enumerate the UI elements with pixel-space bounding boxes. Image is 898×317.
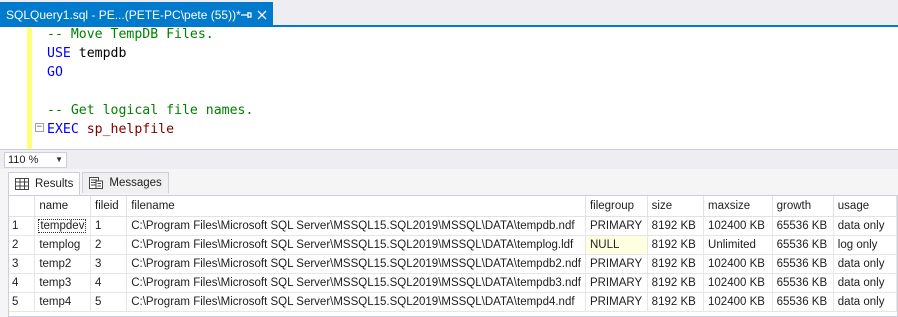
- table-row[interactable]: 1 tempdev 1 C:\Program Files\Microsoft SQL …: [9, 216, 897, 236]
- table-cell-name[interactable]: temp3: [34, 273, 92, 293]
- table-cell-name[interactable]: templog: [34, 235, 92, 255]
- code-line[interactable]: -- Move TempDB Files.: [47, 25, 253, 44]
- table-cell-name[interactable]: temp2: [34, 254, 92, 274]
- table-cell-size[interactable]: 8192 KB: [647, 292, 705, 312]
- table-cell-growth[interactable]: 65536 KB: [772, 254, 834, 274]
- column-header-name[interactable]: name: [34, 196, 92, 217]
- table-cell-filegroup[interactable]: PRIMARY: [585, 273, 648, 293]
- column-header-fileid[interactable]: fileid: [90, 196, 128, 217]
- table-cell-maxsize[interactable]: 102400 KB: [703, 273, 773, 293]
- table-cell-fileid[interactable]: 1: [90, 216, 128, 236]
- table-cell-filegroup[interactable]: PRIMARY: [585, 292, 648, 312]
- column-header-maxsize[interactable]: maxsize: [703, 196, 773, 217]
- table-cell-growth[interactable]: 65536 KB: [772, 292, 834, 312]
- code-token: -- Move TempDB Files.: [47, 27, 214, 42]
- table-cell-growth[interactable]: 65536 KB: [772, 216, 834, 236]
- tab-messages-label: Messages: [109, 177, 162, 189]
- results-grid[interactable]: name fileid filename filegroup size maxs…: [8, 195, 898, 317]
- zoom-value: 110 %: [8, 154, 39, 166]
- pin-icon[interactable]: [241, 7, 254, 23]
- column-header-filegroup[interactable]: filegroup: [585, 196, 648, 217]
- table-cell-filegroup[interactable]: PRIMARY: [585, 216, 648, 236]
- table-cell-filegroup[interactable]: PRIMARY: [585, 254, 648, 274]
- table-cell-fileid[interactable]: 5: [90, 292, 128, 312]
- close-icon[interactable]: [256, 7, 269, 23]
- zoom-bar: 110 % ▼: [0, 149, 898, 169]
- code-token: USE: [47, 46, 71, 61]
- table-cell-size[interactable]: 8192 KB: [647, 254, 705, 274]
- grid-icon: [15, 178, 29, 190]
- code-token: -- Get logical file names.: [47, 103, 254, 118]
- column-header-growth[interactable]: growth: [772, 196, 834, 217]
- query-editor[interactable]: − -- Move TempDB Files. USE tempdb GO -- G…: [0, 27, 898, 149]
- table-cell-usage[interactable]: data only: [833, 254, 897, 274]
- row-number[interactable]: 3: [9, 254, 36, 274]
- tab-results-label: Results: [35, 178, 74, 190]
- table-cell-maxsize[interactable]: 102400 KB: [703, 216, 773, 236]
- results-pane: Results Messages name fileid filename fi…: [0, 169, 898, 317]
- table-cell-size[interactable]: 8192 KB: [647, 216, 705, 236]
- row-number[interactable]: 5: [9, 292, 36, 312]
- table-cell-maxsize[interactable]: Unlimited: [703, 235, 773, 255]
- table-cell-filename[interactable]: C:\Program Files\Microsoft SQL Server\MS…: [126, 254, 586, 274]
- code-line[interactable]: GO: [47, 63, 253, 82]
- table-cell-name[interactable]: temp4: [34, 292, 92, 312]
- table-cell-usage[interactable]: log only: [833, 235, 897, 255]
- code-line[interactable]: -- Get logical file names.: [47, 101, 253, 120]
- column-header-usage[interactable]: usage: [833, 196, 897, 217]
- table-row[interactable]: 4 temp3 4 C:\Program Files\Microsoft SQL Se…: [9, 273, 897, 293]
- code-token: EXEC: [47, 122, 79, 137]
- table-cell-fileid[interactable]: 3: [90, 254, 128, 274]
- code-line[interactable]: [47, 82, 253, 101]
- result-tabs: Results Messages: [8, 172, 171, 195]
- table-cell-filename[interactable]: C:\Program Files\Microsoft SQL Server\MS…: [126, 273, 586, 293]
- code-token: sp_helpfile: [86, 122, 175, 137]
- table-cell-usage[interactable]: data only: [833, 273, 897, 293]
- query-document-tab[interactable]: SQLQuery1.sql - PE...(PETE-PC\pete (55))…: [0, 2, 273, 27]
- table-cell-fileid[interactable]: 4: [90, 273, 128, 293]
- table-cell-name[interactable]: tempdev: [34, 216, 92, 236]
- collapse-outline-icon[interactable]: −: [35, 123, 44, 132]
- grid-header-row: name fileid filename filegroup size maxs…: [9, 196, 897, 217]
- code-line[interactable]: EXEC sp_helpfile: [47, 120, 253, 139]
- table-cell-maxsize[interactable]: 102400 KB: [703, 254, 773, 274]
- code-line[interactable]: USE tempdb: [47, 44, 253, 63]
- table-cell-filename[interactable]: C:\Program Files\Microsoft SQL Server\MS…: [126, 292, 586, 312]
- code-token: GO: [47, 65, 63, 80]
- messages-icon: [89, 177, 104, 189]
- table-cell-growth[interactable]: 65536 KB: [772, 235, 834, 255]
- document-tab-title: SQLQuery1.sql - PE...(PETE-PC\pete (55))…: [6, 7, 241, 22]
- table-cell-size[interactable]: 8192 KB: [647, 273, 705, 293]
- zoom-dropdown[interactable]: 110 % ▼: [4, 152, 67, 168]
- change-tracking-bar: [27, 27, 32, 149]
- column-header-size[interactable]: size: [647, 196, 705, 217]
- table-cell-maxsize[interactable]: 102400 KB: [703, 292, 773, 312]
- row-number[interactable]: 1: [9, 216, 36, 236]
- table-cell-usage[interactable]: data only: [833, 292, 897, 312]
- tab-messages[interactable]: Messages: [82, 172, 169, 193]
- row-number-header: [9, 196, 36, 217]
- column-header-filename[interactable]: filename: [126, 196, 586, 217]
- chevron-down-icon: ▼: [55, 155, 63, 164]
- row-number[interactable]: 2: [9, 235, 36, 255]
- document-tab-strip: SQLQuery1.sql - PE...(PETE-PC\pete (55))…: [0, 0, 898, 27]
- table-row[interactable]: 5 temp4 5 C:\Program Files\Microsoft SQL Se…: [9, 292, 897, 312]
- row-number[interactable]: 4: [9, 273, 36, 293]
- code-text[interactable]: -- Move TempDB Files. USE tempdb GO -- Get…: [47, 27, 253, 139]
- table-cell-filegroup[interactable]: NULL: [585, 235, 648, 255]
- table-cell-growth[interactable]: 65536 KB: [772, 273, 834, 293]
- table-cell-usage[interactable]: data only: [833, 216, 897, 236]
- table-cell-filename[interactable]: C:\Program Files\Microsoft SQL Server\MS…: [126, 235, 586, 255]
- tab-results[interactable]: Results: [8, 172, 81, 195]
- table-row[interactable]: 3 temp2 3 C:\Program Files\Microsoft SQL Se…: [9, 254, 897, 274]
- selected-cell-text: tempdev: [38, 218, 87, 233]
- table-cell-filename[interactable]: C:\Program Files\Microsoft SQL Server\MS…: [126, 216, 586, 236]
- table-cell-fileid[interactable]: 2: [90, 235, 128, 255]
- code-token: tempdb: [70, 46, 127, 61]
- table-row[interactable]: 2 templog 2 C:\Program Files\Microsoft SQL …: [9, 235, 897, 255]
- table-cell-size[interactable]: 8192 KB: [647, 235, 705, 255]
